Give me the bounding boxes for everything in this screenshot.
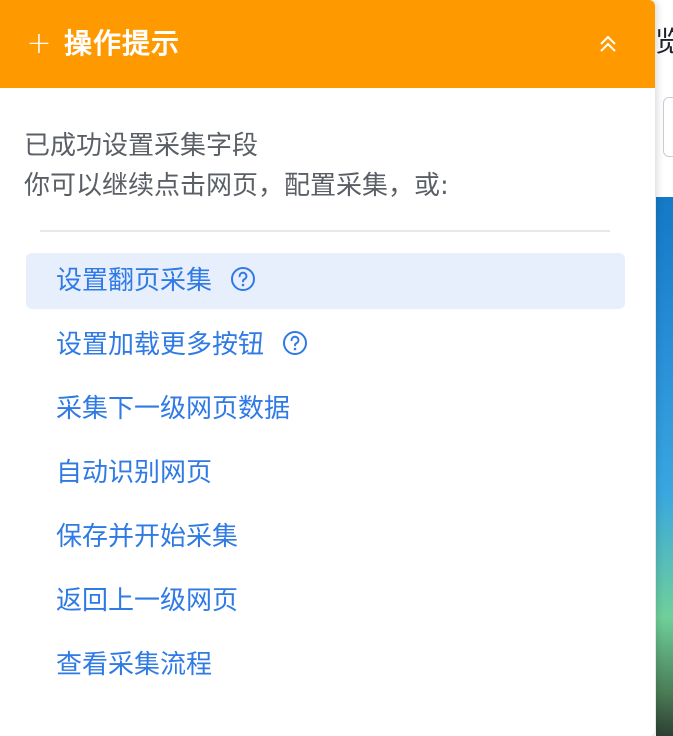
action-scrape-subpage[interactable]: 采集下一级网页数据 <box>26 381 625 437</box>
action-label: 返回上一级网页 <box>56 586 239 616</box>
panel-title: 操作提示 <box>64 27 181 60</box>
help-icon[interactable] <box>230 266 256 292</box>
intro-line-2: 你可以继续点击网页，配置采集，或: <box>24 171 449 201</box>
background-heading: 览 <box>655 25 673 58</box>
action-back-to-parent[interactable]: 返回上一级网页 <box>26 573 625 629</box>
action-set-load-more[interactable]: 设置加载更多按钮 <box>26 317 625 373</box>
plus-icon: + <box>26 26 52 61</box>
collapse-button[interactable] <box>590 26 626 62</box>
action-label: 设置翻页采集 <box>56 266 213 296</box>
divider <box>40 230 610 232</box>
operation-tips-panel: + 操作提示 已成功设置采集字段 你可以继续点击网页，配置采集，或: 设置翻页采… <box>0 0 655 736</box>
action-label: 设置加载更多按钮 <box>56 330 265 360</box>
panel-header: + 操作提示 <box>0 0 655 88</box>
help-icon[interactable] <box>282 330 308 356</box>
action-list: 设置翻页采集 设置加载更多按钮 采集下一级网页数据 自动识别网页 保存并开始采集… <box>26 253 625 701</box>
action-view-workflow[interactable]: 查看采集流程 <box>26 637 625 693</box>
background-image <box>656 197 673 736</box>
action-set-pagination[interactable]: 设置翻页采集 <box>26 253 625 309</box>
double-chevron-up-icon <box>600 35 616 52</box>
action-label: 查看采集流程 <box>56 650 213 680</box>
intro-text: 已成功设置采集字段 你可以继续点击网页，配置采集，或: <box>24 126 449 206</box>
action-save-and-start[interactable]: 保存并开始采集 <box>26 509 625 565</box>
action-label: 保存并开始采集 <box>56 522 239 552</box>
intro-line-1: 已成功设置采集字段 <box>24 131 259 161</box>
action-label: 采集下一级网页数据 <box>56 394 291 424</box>
action-auto-detect[interactable]: 自动识别网页 <box>26 445 625 501</box>
background-input[interactable] <box>663 97 673 157</box>
action-label: 自动识别网页 <box>56 458 213 488</box>
